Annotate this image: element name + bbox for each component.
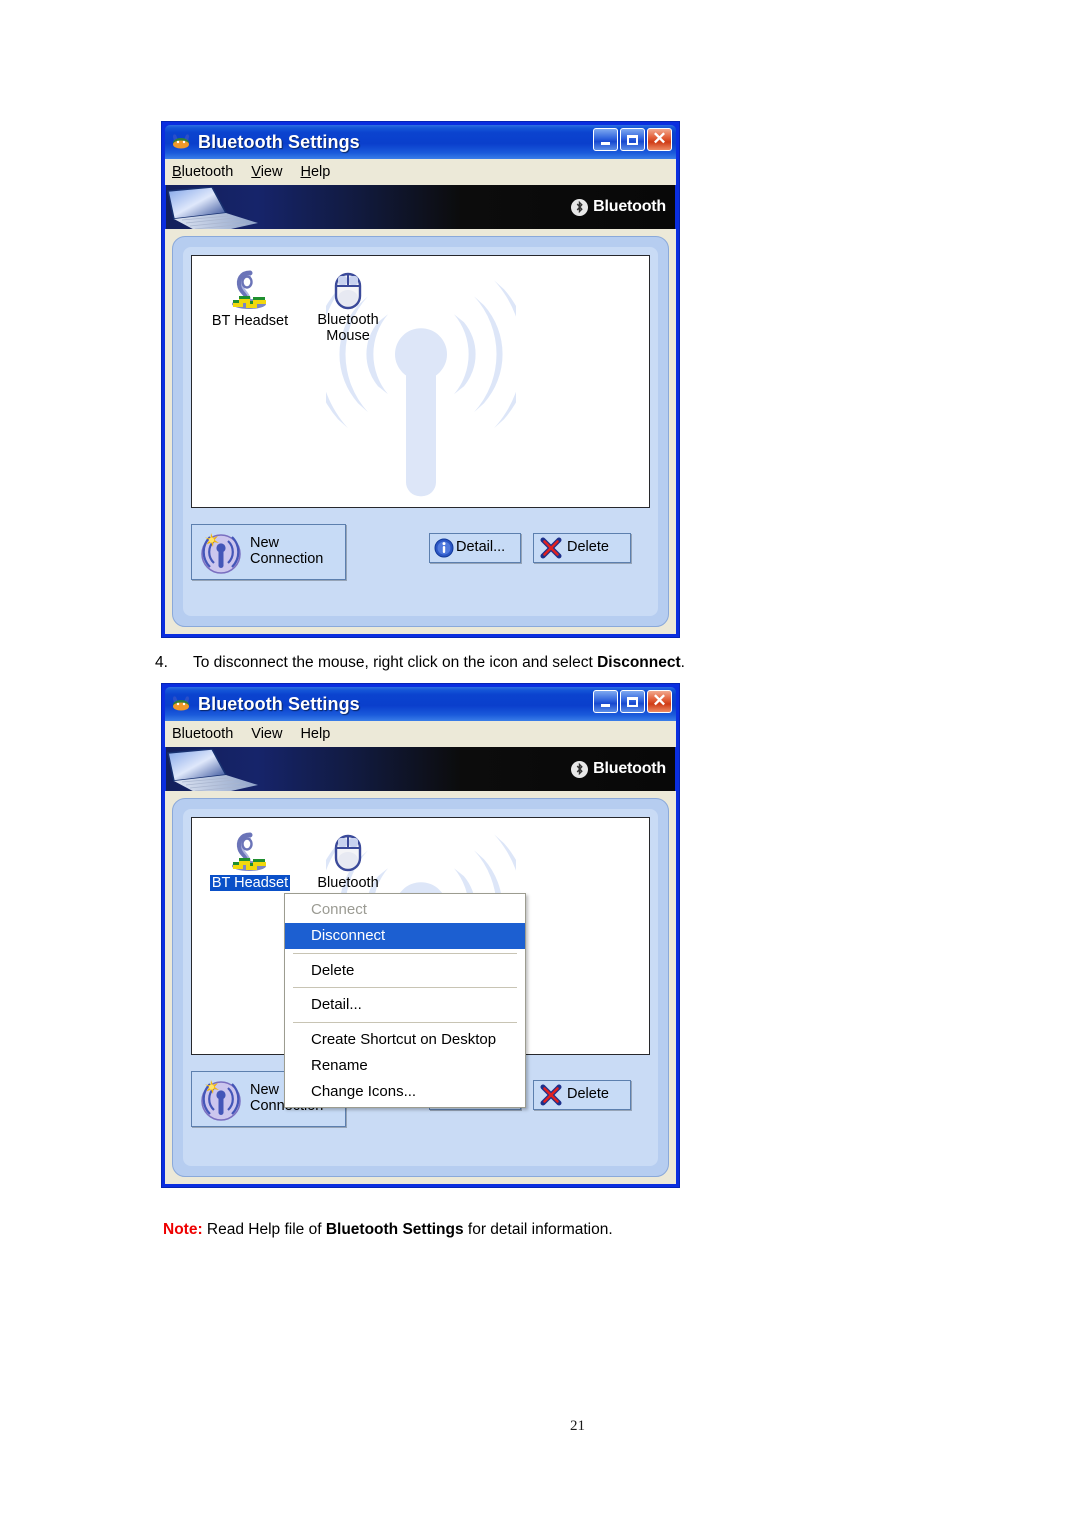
menu-item-view[interactable]: View — [251, 726, 282, 742]
device-label-selected: BT Headset — [209, 875, 291, 892]
minimize-icon — [601, 141, 610, 145]
device-list-view-window-1[interactable]: BT Headset Bluetooth Mouse — [191, 255, 650, 508]
maximize-button[interactable] — [620, 690, 645, 713]
note-text-before: Read Help file of — [202, 1221, 326, 1238]
delete-label: Delete — [567, 539, 609, 556]
new-connection-button[interactable]: New Connection — [191, 524, 346, 580]
delete-x-icon — [540, 537, 562, 559]
note-text-after: for detail information. — [463, 1221, 613, 1238]
step-text-before: To disconnect the mouse, right click on … — [193, 654, 598, 671]
note-label: Note: — [163, 1221, 203, 1238]
new-connection-icon — [201, 1080, 241, 1121]
menu-item-help[interactable]: Help — [300, 164, 330, 180]
step-instruction: To disconnect the mouse, right click on … — [193, 654, 685, 672]
close-icon: ✕ — [652, 691, 667, 710]
context-menu-item-delete[interactable]: Delete — [285, 958, 525, 984]
device-label: Bluetooth Mouse — [317, 312, 379, 345]
device-item-bluetooth-mouse[interactable]: Bluetooth — [302, 830, 394, 892]
device-item-bt-headset[interactable]: BT Headset — [204, 830, 296, 892]
window-controls[interactable]: ✕ — [593, 128, 672, 151]
bluetooth-banner-window-1: Bluetooth — [166, 185, 675, 229]
page-number: 21 — [570, 1418, 585, 1434]
context-menu-item-change-icons[interactable]: Change Icons... — [285, 1079, 525, 1105]
delete-label: Delete — [567, 1086, 609, 1103]
close-button[interactable]: ✕ — [647, 690, 672, 713]
device-label: Bluetooth — [317, 875, 379, 891]
bluetooth-logo-text: Bluetooth — [593, 198, 666, 215]
delete-x-icon — [540, 1084, 562, 1106]
menu-item-help[interactable]: Help — [300, 726, 330, 742]
titlebar-window-1[interactable]: Bluetooth Settings ✕ — [165, 125, 676, 159]
delete-button[interactable]: Delete — [533, 533, 631, 563]
window-controls[interactable]: ✕ — [593, 690, 672, 713]
context-menu-item-detail[interactable]: Detail... — [285, 992, 525, 1018]
bluetooth-settings-app-icon — [170, 693, 192, 715]
menu-item-view[interactable]: View — [251, 164, 282, 180]
new-connection-label: New Connection — [250, 535, 324, 567]
window-title: Bluetooth Settings — [198, 693, 360, 714]
bluetooth-banner-window-2: Bluetooth — [166, 747, 675, 791]
device-label: BT Headset — [211, 313, 289, 329]
headset-icon — [204, 830, 296, 874]
context-menu-separator — [293, 987, 517, 989]
maximize-button[interactable] — [620, 128, 645, 151]
step-text-after: . — [680, 654, 685, 671]
new-connection-icon — [201, 533, 241, 574]
menu-item-bluetooth[interactable]: Bluetooth — [172, 164, 233, 180]
titlebar-window-2[interactable]: Bluetooth Settings ✕ — [165, 687, 676, 721]
minimize-button[interactable] — [593, 128, 618, 151]
maximize-icon — [627, 696, 638, 707]
note-bold-bluetooth-settings: Bluetooth Settings — [325, 1221, 464, 1238]
menu-item-bluetooth[interactable]: Bluetooth — [172, 726, 233, 742]
menubar-window-2[interactable]: Bluetooth View Help — [165, 721, 676, 747]
context-menu-item-create-shortcut[interactable]: Create Shortcut on Desktop — [285, 1027, 525, 1053]
context-menu-separator — [293, 1022, 517, 1023]
mouse-icon — [302, 830, 394, 874]
bluetooth-logo: Bluetooth — [571, 198, 666, 216]
info-icon — [434, 538, 454, 558]
window-title: Bluetooth Settings — [198, 131, 360, 152]
context-menu-item-disconnect[interactable]: Disconnect — [285, 922, 525, 949]
device-item-bt-headset[interactable]: BT Headset — [204, 268, 296, 330]
client-area-window-1: BT Headset Bluetooth Mouse New Connectio… — [165, 229, 676, 634]
step-number: 4. — [155, 654, 168, 671]
bluetooth-glyph-icon — [571, 198, 589, 216]
bluetooth-settings-window-1[interactable]: Bluetooth Settings ✕ Bluetooth View Help — [161, 121, 680, 638]
detail-label: Detail... — [456, 539, 506, 556]
detail-button[interactable]: Detail... — [429, 533, 521, 563]
outer-blue-panel-window-1: BT Headset Bluetooth Mouse New Connectio… — [172, 236, 669, 627]
context-menu-separator — [293, 952, 517, 954]
bluetooth-settings-app-icon — [170, 131, 192, 153]
headset-icon — [204, 268, 296, 312]
bluetooth-logo: Bluetooth — [571, 760, 666, 778]
delete-button[interactable]: Delete — [533, 1080, 631, 1110]
bluetooth-logo-text: Bluetooth — [593, 760, 666, 777]
device-item-bluetooth-mouse[interactable]: Bluetooth Mouse — [302, 268, 394, 345]
device-context-menu[interactable]: Connect Disconnect Delete Detail... Crea… — [284, 893, 526, 1109]
bluetooth-glyph-icon — [571, 760, 589, 778]
menubar-window-1[interactable]: Bluetooth View Help — [165, 159, 676, 185]
context-menu-item-connect: Connect — [311, 901, 367, 918]
step-bold-disconnect: Disconnect — [597, 654, 681, 671]
inner-blue-panel-window-1: BT Headset Bluetooth Mouse New Connectio… — [183, 247, 658, 616]
context-menu-item-rename[interactable]: Rename — [285, 1053, 525, 1079]
close-icon: ✕ — [652, 129, 667, 148]
laptop-image — [167, 749, 258, 791]
maximize-icon — [627, 134, 638, 145]
mouse-icon — [302, 268, 394, 312]
note-line: Note: Read Help file of Bluetooth Settin… — [163, 1221, 613, 1239]
close-button[interactable]: ✕ — [647, 128, 672, 151]
minimize-icon — [601, 703, 610, 707]
minimize-button[interactable] — [593, 690, 618, 713]
laptop-image — [167, 187, 258, 229]
